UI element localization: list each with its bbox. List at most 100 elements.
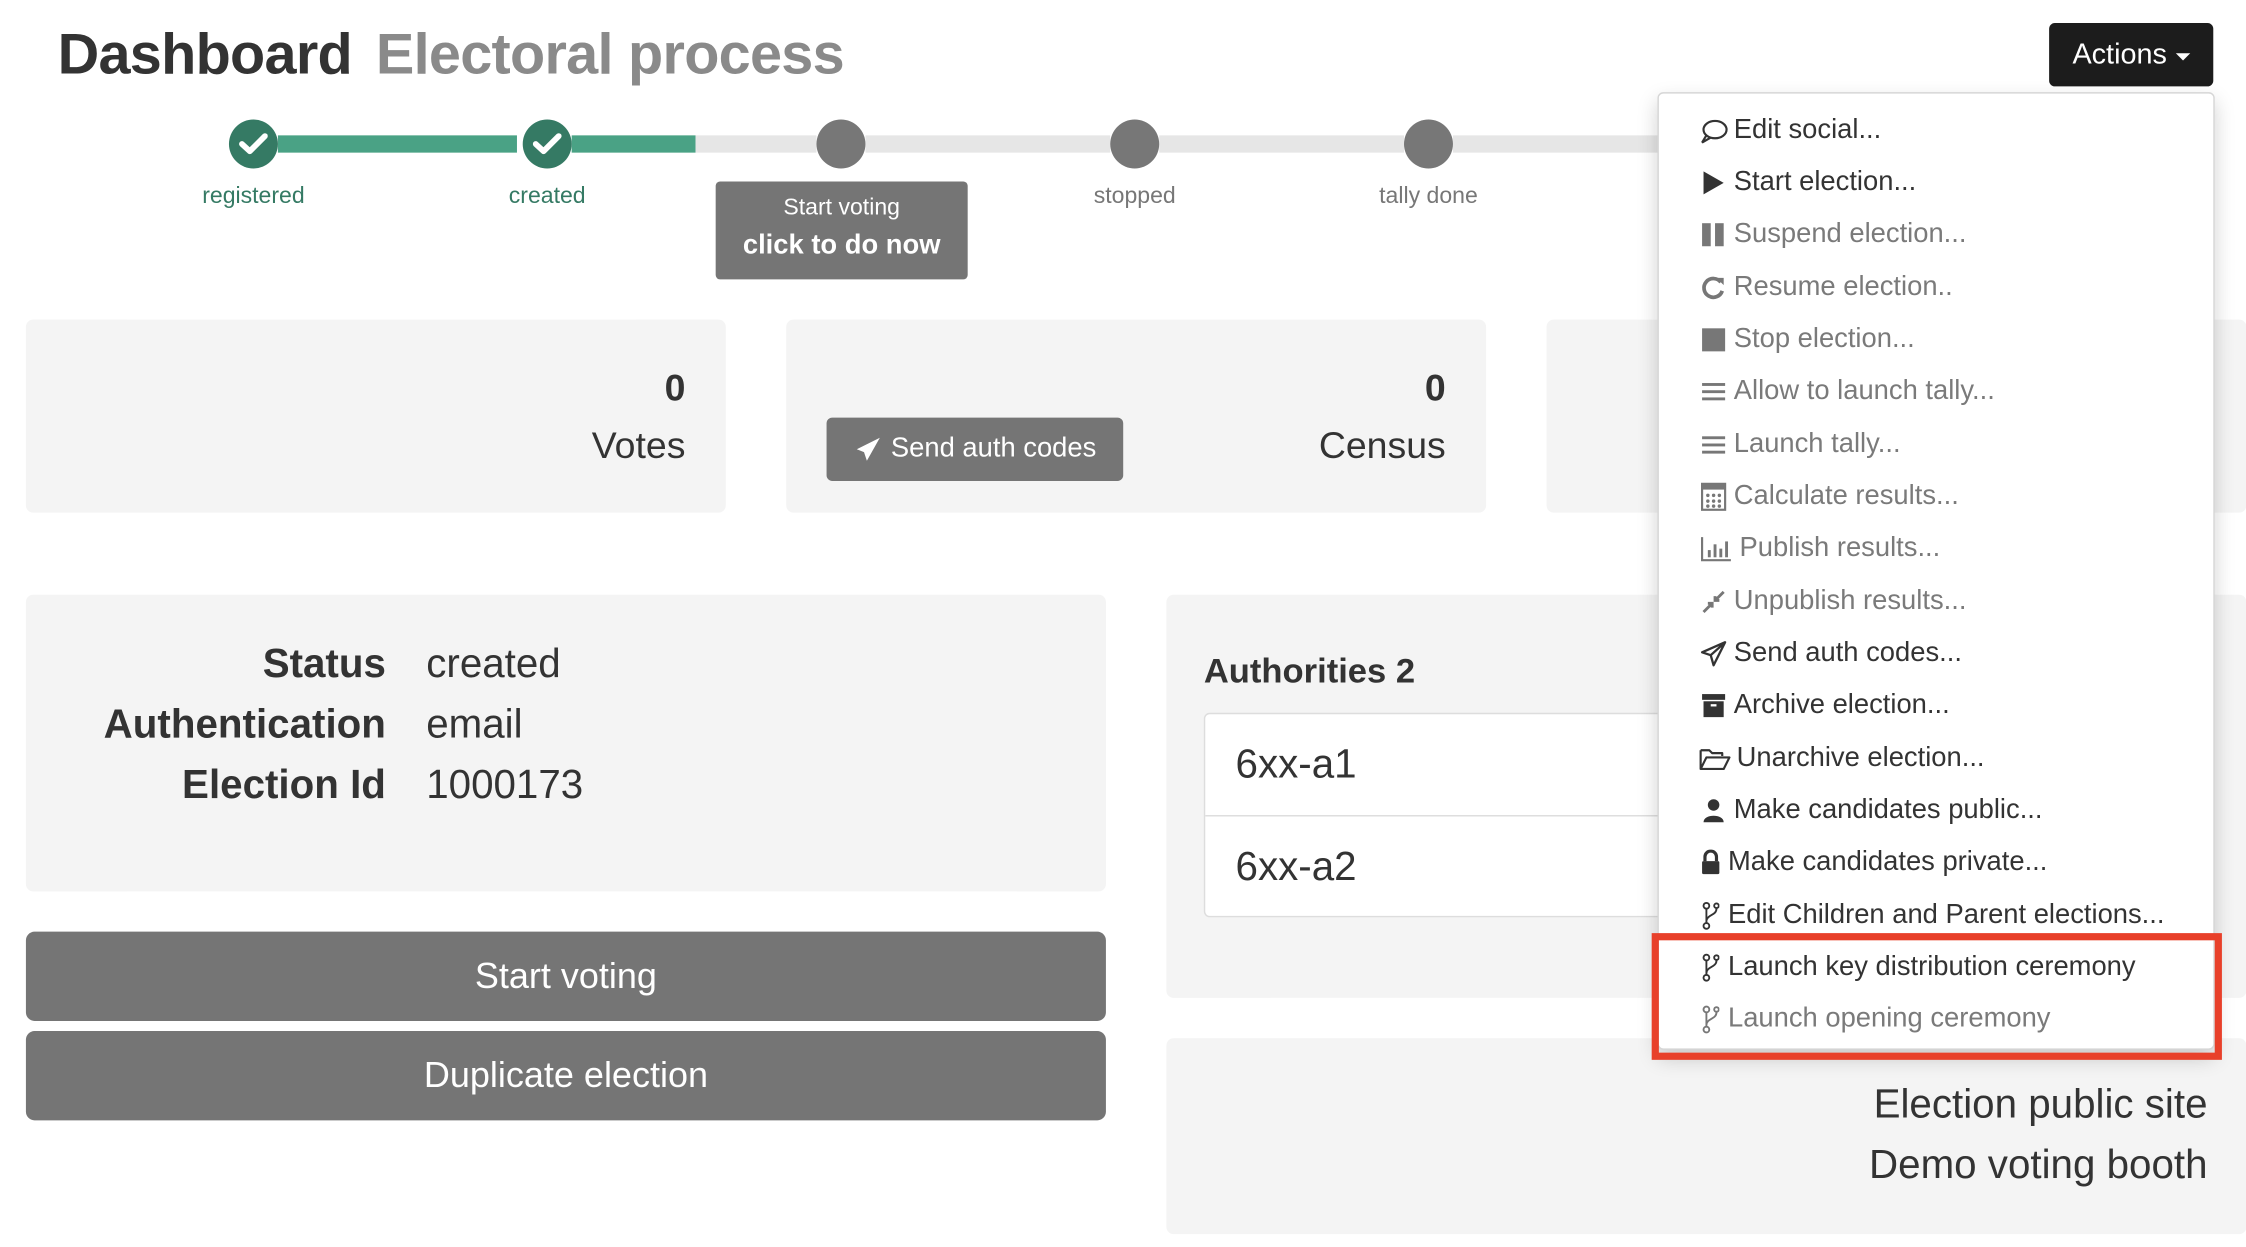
menu-item-label: Launch tally...: [1733, 429, 1901, 460]
menu-item-launch-opening-ceremony[interactable]: Launch opening ceremony: [1699, 996, 2050, 1042]
votes-card: 0 Votes: [25, 319, 726, 513]
actions-label: Actions: [2072, 38, 2167, 70]
menu-item-allow-launch-tally[interactable]: Allow to launch tally...: [1699, 369, 1995, 415]
compress-icon: [1699, 588, 1728, 617]
menu-item-send-auth-codes[interactable]: Send auth codes...: [1699, 631, 1962, 677]
menu-item-edit-social[interactable]: Edit social...: [1699, 108, 1881, 154]
election-public-site-link[interactable]: Election public site: [1874, 1081, 2208, 1127]
list-icon: [1699, 377, 1728, 406]
step-label-tally-done: tally done: [1379, 184, 1478, 209]
page-title-main: Dashboard: [57, 23, 353, 87]
duplicate-election-button[interactable]: Duplicate election: [25, 1031, 1106, 1121]
menu-item-launch-tally[interactable]: Launch tally...: [1699, 422, 1901, 468]
menu-item-label: Start election...: [1733, 167, 1917, 198]
menu-item-label: Launch opening ceremony: [1728, 1003, 2051, 1034]
archive-icon: [1699, 691, 1728, 720]
menu-item-label: Unpublish results...: [1733, 586, 1967, 617]
menu-item-label: Allow to launch tally...: [1733, 375, 1995, 407]
election-info-panel: Status created Authentication email Elec…: [25, 594, 1106, 892]
page-title-sub: Electoral process: [375, 23, 845, 87]
page: Dashboard Electoral process registered c…: [0, 0, 2246, 1247]
menu-item-launch-key-distribution[interactable]: Launch key distribution ceremony: [1699, 945, 2136, 991]
step-started-dot[interactable]: [816, 119, 866, 169]
info-value: email: [426, 701, 523, 746]
step-tooltip-title: Start voting: [783, 195, 900, 221]
census-label: Census: [1318, 423, 1446, 467]
menu-item-edit-children-parent[interactable]: Edit Children and Parent elections...: [1699, 893, 2165, 939]
paper-plane-icon: [1699, 639, 1728, 668]
caret-down-icon: [2175, 52, 2190, 60]
links-panel: Election public site Demo voting booth: [1166, 1038, 2246, 1235]
menu-item-stop-election[interactable]: Stop election...: [1699, 317, 1915, 363]
menu-item-unarchive-election[interactable]: Unarchive election...: [1699, 736, 1985, 782]
send-auth-codes-button[interactable]: Send auth codes: [826, 417, 1124, 481]
step-stopped-dot: [1110, 119, 1160, 169]
menu-item-make-candidates-public[interactable]: Make candidates public...: [1699, 788, 2043, 834]
menu-item-label: Make candidates private...: [1728, 846, 2048, 877]
actions-dropdown-menu: Edit social... Start election... Suspend…: [1657, 92, 2215, 1050]
menu-item-archive-election[interactable]: Archive election...: [1699, 683, 1950, 729]
info-key: Status: [262, 640, 386, 686]
menu-item-label: Send auth codes...: [1733, 637, 1962, 669]
step-label-created: created: [508, 184, 586, 209]
menu-item-label: Edit Children and Parent elections...: [1728, 900, 2165, 931]
calculator-icon: [1699, 482, 1728, 511]
start-voting-step-button[interactable]: Start voting click to do now: [715, 181, 968, 280]
info-row-authentication: Authentication email: [26, 701, 1106, 750]
menu-item-unpublish-results[interactable]: Unpublish results...: [1699, 579, 1966, 625]
info-value: 1000173: [426, 761, 584, 807]
list-icon: [1699, 431, 1728, 460]
menu-item-calculate-results[interactable]: Calculate results...: [1699, 474, 1959, 520]
census-card: Send auth codes 0 Census: [786, 319, 1487, 513]
comment-icon: [1699, 117, 1728, 146]
menu-item-label: Make candidates public...: [1733, 794, 2043, 826]
menu-item-resume-election[interactable]: Resume election..: [1699, 265, 1953, 311]
stop-icon: [1699, 325, 1728, 354]
send-auth-codes-label: Send auth codes: [890, 433, 1097, 464]
info-key: Authentication: [103, 701, 386, 746]
pause-icon: [1699, 220, 1728, 249]
folder-open-icon: [1699, 744, 1731, 773]
page-title: Dashboard Electoral process: [57, 23, 845, 88]
step-created-dot: [522, 119, 572, 169]
code-branch-icon: [1699, 1005, 1722, 1034]
info-key: Election Id: [182, 761, 386, 807]
menu-item-start-election[interactable]: Start election...: [1699, 160, 1916, 206]
step-connector: [571, 135, 696, 153]
step-connector: [865, 135, 1111, 153]
step-connector: [277, 135, 517, 153]
menu-item-suspend-election[interactable]: Suspend election...: [1699, 212, 1967, 258]
check-icon: [532, 133, 562, 155]
actions-dropdown-button[interactable]: Actions: [2049, 23, 2214, 87]
code-branch-icon: [1699, 953, 1722, 982]
step-connector: [1159, 135, 1404, 153]
step-connector: [695, 135, 817, 153]
menu-item-label: Resume election..: [1733, 272, 1953, 303]
start-voting-button[interactable]: Start voting: [25, 931, 1106, 1021]
step-label-registered: registered: [202, 184, 305, 209]
info-value: created: [426, 640, 561, 686]
menu-item-publish-results[interactable]: Publish results...: [1699, 526, 1940, 572]
step-registered-dot: [228, 119, 278, 169]
census-count: 0: [1424, 365, 1446, 409]
paper-plane-icon: [856, 437, 880, 461]
play-icon: [1699, 168, 1728, 197]
votes-label: Votes: [591, 423, 686, 467]
votes-count: 0: [664, 365, 686, 409]
info-row-status: Status created: [26, 641, 1106, 690]
menu-item-label: Suspend election...: [1733, 218, 1967, 250]
step-tooltip-action: click to do now: [742, 230, 941, 261]
step-label-stopped: stopped: [1093, 184, 1176, 209]
menu-item-label: Stop election...: [1733, 324, 1915, 355]
check-icon: [239, 133, 268, 155]
step-tally-dot: [1404, 119, 1453, 169]
bar-chart-icon: [1699, 534, 1734, 563]
authorities-title: Authorities 2: [1203, 652, 1416, 692]
lock-icon: [1699, 848, 1722, 877]
step-connector: [1452, 135, 1669, 153]
menu-item-label: Calculate results...: [1733, 480, 1959, 512]
menu-item-label: Publish results...: [1739, 532, 1941, 564]
demo-voting-booth-link[interactable]: Demo voting booth: [1869, 1142, 2207, 1188]
menu-item-make-candidates-private[interactable]: Make candidates private...: [1699, 840, 2047, 886]
info-row-election-id: Election Id 1000173: [26, 762, 1106, 811]
